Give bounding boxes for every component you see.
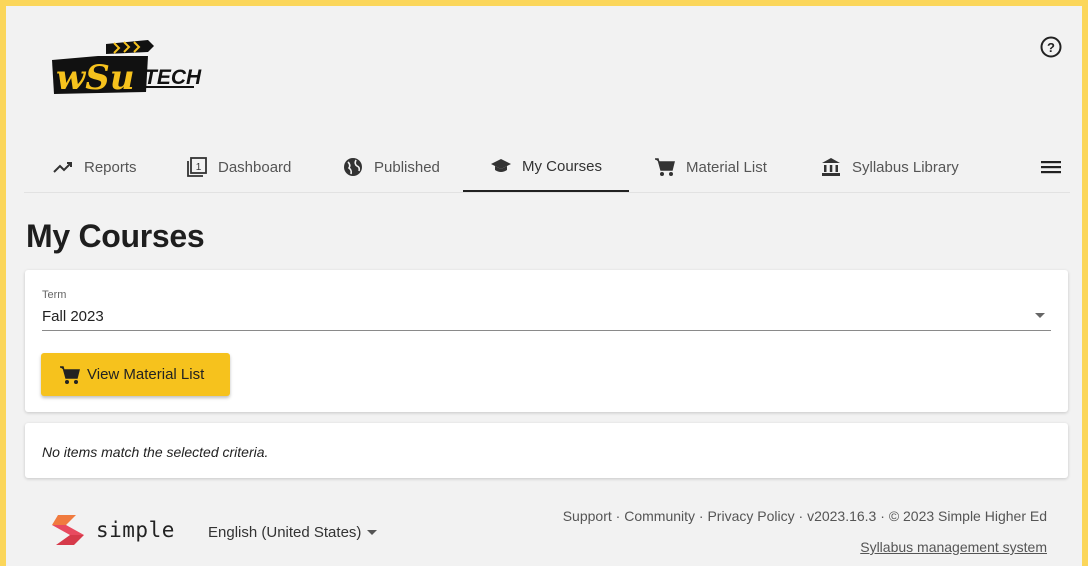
graduation-cap-icon	[490, 155, 512, 177]
svg-text:wSu: wSu	[56, 58, 135, 98]
button-label: View Material List	[87, 366, 205, 383]
view-material-list-button[interactable]: View Material List	[41, 353, 230, 396]
wsu-tech-logo[interactable]: wSu TECH	[44, 34, 204, 106]
tab-label: Syllabus Library	[852, 158, 959, 176]
results-card: No items match the selected criteria.	[25, 423, 1068, 478]
tab-label: Material List	[686, 158, 767, 176]
globe-icon	[342, 156, 364, 178]
tab-reports[interactable]: Reports	[52, 142, 137, 192]
tab-label: Published	[374, 158, 440, 176]
language-label: English (United States)	[208, 524, 362, 541]
tab-label: Reports	[84, 158, 137, 176]
tab-dashboard[interactable]: 1 Dashboard	[186, 142, 291, 192]
main-nav: Reports 1 Dashboard Published My Courses…	[24, 142, 1070, 193]
help-circle-icon[interactable]: ?	[1039, 35, 1063, 59]
version-text: v2023.16.3	[807, 508, 877, 524]
tab-my-courses[interactable]: My Courses	[463, 142, 629, 192]
svg-text:?: ?	[1047, 40, 1055, 55]
svg-text:1: 1	[196, 162, 202, 173]
hamburger-menu-icon[interactable]	[1040, 156, 1062, 178]
community-link[interactable]: Community	[624, 508, 695, 524]
simple-logo[interactable]: simple	[50, 513, 175, 547]
caret-down-icon	[367, 530, 378, 535]
language-select[interactable]: English (United States)	[208, 524, 378, 541]
support-link[interactable]: Support	[563, 508, 612, 524]
brand-name: simple	[96, 518, 175, 542]
copyright-text: © 2023 Simple Higher Ed	[888, 508, 1047, 524]
tab-label: Dashboard	[218, 158, 292, 176]
tab-published[interactable]: Published	[342, 142, 440, 192]
tab-syllabus-library[interactable]: Syllabus Library	[820, 142, 959, 192]
term-value: Fall 2023	[42, 308, 104, 325]
svg-text:TECH: TECH	[144, 66, 202, 89]
syllabus-management-link[interactable]: Syllabus management system	[860, 539, 1047, 555]
privacy-policy-link[interactable]: Privacy Policy	[707, 508, 794, 524]
footer-links: Support · Community · Privacy Policy · v…	[562, 508, 1047, 524]
simple-mark-icon	[52, 515, 84, 545]
filter-card: Term Fall 2023 View Material List	[25, 270, 1068, 412]
cart-icon	[60, 365, 80, 384]
tab-label: My Courses	[522, 157, 603, 175]
empty-state-message: No items match the selected criteria.	[42, 444, 269, 460]
term-select[interactable]	[42, 300, 1051, 331]
app-frame: wSu TECH ? Reports 1 Dashboard Published	[6, 6, 1082, 566]
page-title: My Courses	[26, 218, 205, 254]
trending-up-icon	[52, 156, 74, 178]
cart-icon	[654, 156, 676, 178]
dashboard-1-icon: 1	[186, 156, 208, 178]
dropdown-arrow-icon	[1035, 313, 1045, 318]
tab-material-list[interactable]: Material List	[654, 142, 767, 192]
library-icon	[820, 156, 842, 178]
